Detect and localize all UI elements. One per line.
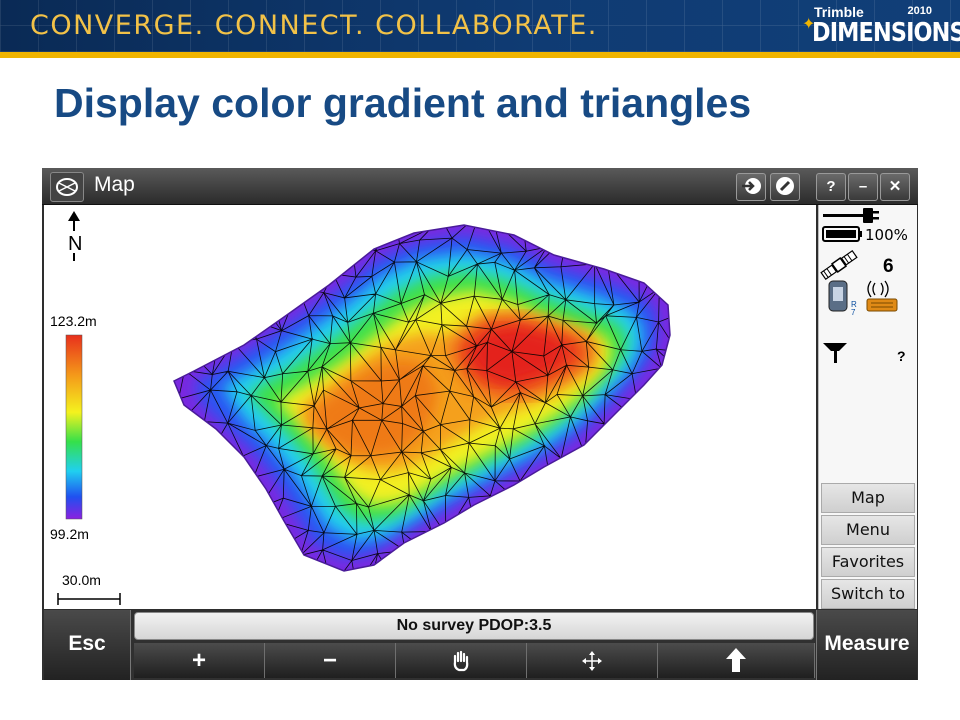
logo-dimensions-text: DIMENSIONS	[812, 18, 960, 48]
status-icons: 100% 6 R 7 ?	[820, 208, 908, 364]
gnss-receiver-icon[interactable]: R 7	[828, 280, 857, 317]
trimble-dimensions-logo: Trimble 2010 ✦ DIMENSIONS	[802, 4, 960, 48]
radio-modem-icon[interactable]	[866, 280, 898, 312]
hand-pan-icon	[453, 650, 469, 672]
battery-level: 100%	[865, 226, 908, 244]
legend-min-label: 99.2m	[50, 526, 89, 542]
up-arrow-icon	[726, 648, 746, 672]
prism-target-icon[interactable]	[823, 343, 847, 363]
move-arrows-icon	[582, 651, 602, 671]
scale-bar	[57, 593, 121, 605]
login-button[interactable]	[736, 173, 766, 201]
target-status-unknown: ?	[897, 348, 906, 364]
login-icon	[742, 178, 761, 194]
logo-year-text: 2010	[907, 5, 932, 17]
close-button[interactable]: ✕	[880, 173, 910, 201]
north-arrow-icon: N	[68, 211, 82, 261]
map-canvas[interactable]: N 123.2m 99.2m 30.0m	[44, 205, 816, 609]
map-view[interactable]: N 123.2m 99.2m 30.0m	[44, 205, 816, 609]
softkey-favorites[interactable]: Favorites	[821, 547, 915, 577]
legend-max-label: 123.2m	[50, 313, 97, 329]
edit-button[interactable]	[770, 173, 800, 201]
bottom-toolbar: Esc No survey PDOP:3.5 + − Measure	[42, 610, 918, 680]
satellite-count: 6	[883, 256, 894, 277]
svg-text:7: 7	[851, 308, 856, 317]
zoom-out-button[interactable]: −	[265, 643, 396, 678]
event-banner: CONVERGE. CONNECT. COLLABORATE. Trimble …	[0, 0, 960, 52]
softkey-switch-to[interactable]: Switch to	[821, 579, 915, 609]
zoom-extents-button[interactable]	[527, 643, 658, 678]
softkey-map[interactable]: Map	[821, 483, 915, 513]
slide-title: Display color gradient and triangles	[54, 80, 752, 126]
window-title: Map	[94, 173, 135, 196]
pan-button[interactable]	[396, 643, 527, 678]
scale-label: 30.0m	[62, 572, 101, 588]
banner-accent-stripe	[0, 52, 960, 58]
survey-status-line: No survey PDOP:3.5	[134, 612, 814, 640]
window-titlebar: Map ? – ✕	[42, 168, 918, 205]
softkey-menu[interactable]: Menu	[821, 515, 915, 545]
up-button[interactable]	[658, 643, 815, 678]
pencil-icon	[776, 177, 794, 195]
color-legend-bar	[65, 334, 83, 520]
battery-icon[interactable]	[822, 226, 862, 242]
zoom-in-button[interactable]: +	[134, 643, 265, 678]
banner-tagline: CONVERGE. CONNECT. COLLABORATE.	[30, 10, 598, 41]
measure-button[interactable]: Measure	[816, 610, 917, 680]
status-panel: 100% 6 R 7 ? Map Menu Favorites Switch t…	[818, 205, 917, 609]
power-plug-icon[interactable]	[823, 208, 879, 223]
minimize-button[interactable]: –	[848, 173, 878, 201]
satellite-icon[interactable]	[820, 249, 858, 281]
app-logo-icon[interactable]	[50, 172, 84, 202]
help-button[interactable]: ?	[816, 173, 846, 201]
survey-controller-window: Map ? – ✕ N 123.2m 99.2m 30.0m 100% 6 R …	[42, 168, 918, 680]
north-label: N	[68, 233, 82, 255]
esc-button[interactable]: Esc	[44, 610, 131, 680]
